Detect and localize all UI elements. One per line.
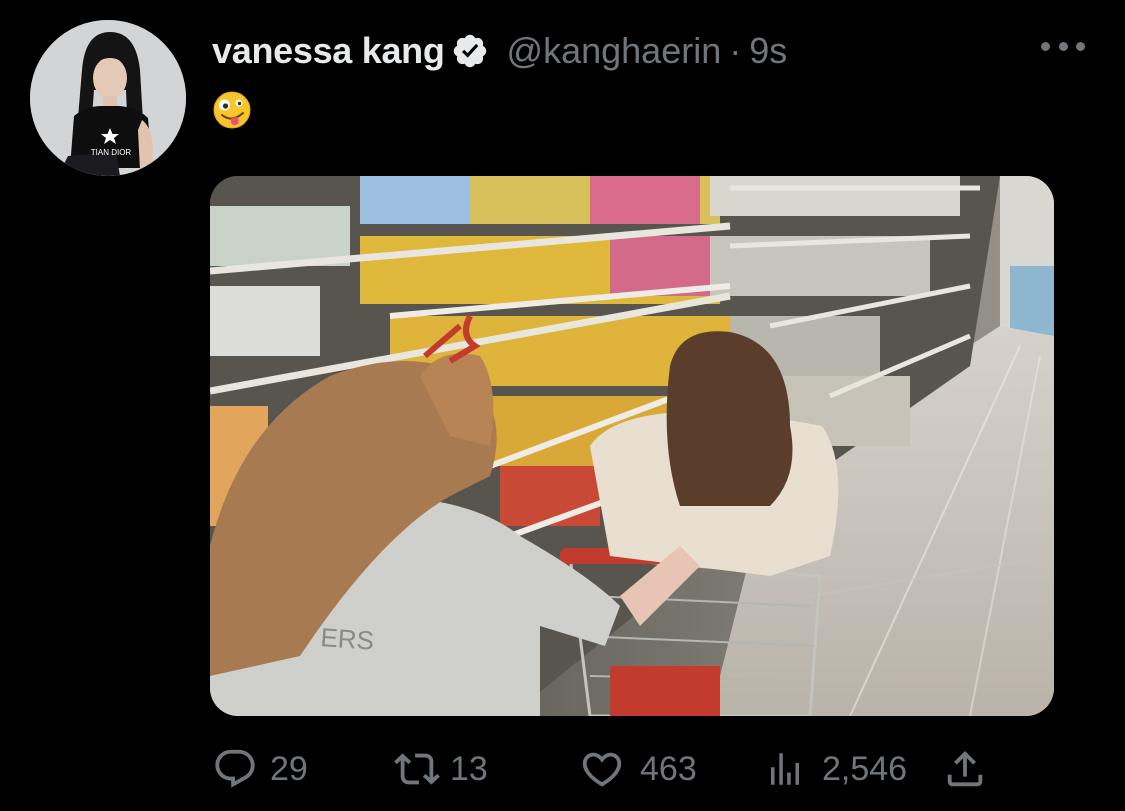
avatar-image: TIAN DIOR [30,20,186,176]
avatar-shirt-text: TIAN DIOR [91,148,132,157]
tweet-action-bar: 29 13 463 2,546 [212,742,992,796]
author-handle[interactable]: @kanghaerin [507,30,722,72]
share-icon [947,750,983,787]
separator-dot: · [729,30,742,71]
tweet-header: vanessa kang @kanghaerin · 9s [212,28,787,74]
views-icon [771,753,799,785]
like-button[interactable]: 463 [578,742,697,796]
avatar[interactable]: TIAN DIOR [30,20,186,176]
more-dot [1076,41,1085,51]
photo-grocery-aisle: ERS [210,176,1054,716]
tweet-media-image[interactable]: ERS [210,176,1054,716]
verified-icon [453,34,486,68]
reply-button[interactable]: 29 [212,742,308,796]
media-shirt-text: ERS [320,622,375,656]
more-dot [1041,41,1050,51]
timestamp[interactable]: 9s [749,30,787,72]
views-count: 2,546 [822,749,908,788]
reply-count: 29 [270,749,308,788]
like-count: 463 [640,749,697,788]
author-name[interactable]: vanessa kang [212,30,445,72]
views-button[interactable]: 2,546 [764,742,907,796]
more-icon[interactable] [1041,34,1085,58]
retweet-icon [394,753,440,785]
zany-face-emoji [213,91,251,129]
retweet-button[interactable]: 13 [390,742,488,796]
share-button[interactable] [942,742,988,796]
like-icon [582,752,622,787]
retweet-count: 13 [450,749,488,788]
more-dot [1058,41,1068,51]
reply-icon [215,749,255,788]
